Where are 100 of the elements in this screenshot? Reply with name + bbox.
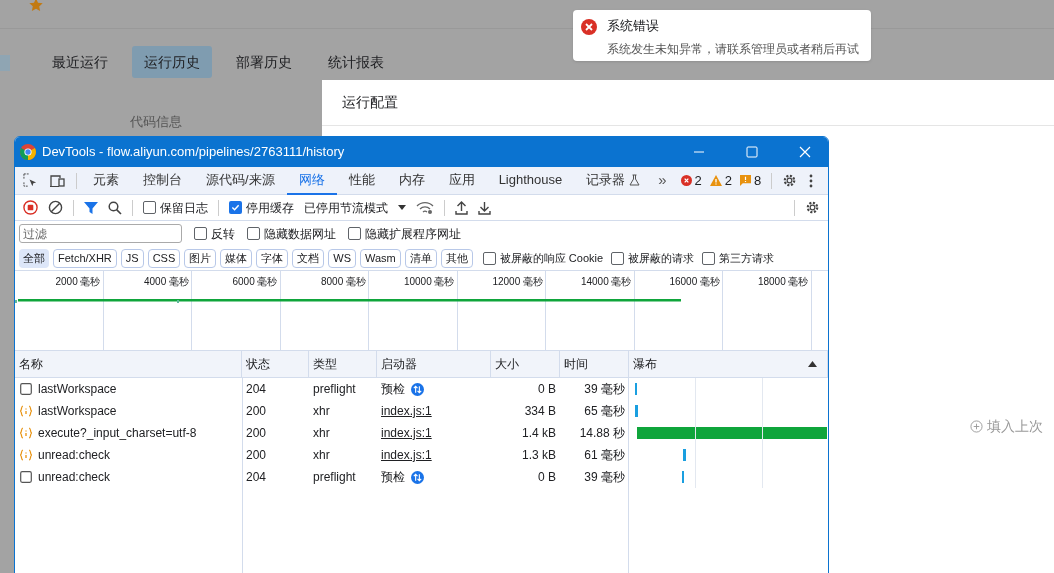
page-tab[interactable]: 最近运行: [40, 46, 120, 78]
devtools-tab[interactable]: 性能: [336, 166, 387, 195]
devtools-tab[interactable]: Lighthouse: [486, 166, 575, 195]
type-filter-chip[interactable]: Fetch/XHR: [53, 248, 117, 268]
type-filter-chip[interactable]: CSS: [147, 248, 181, 268]
devtools-tab[interactable]: 应用: [436, 166, 487, 195]
maximize-icon[interactable]: [746, 146, 758, 158]
checkbox-label: 被屏蔽的响应 Cookie: [499, 250, 604, 266]
time-cell: 39 毫秒: [584, 470, 625, 484]
waterfall-bar: [683, 449, 686, 461]
type-filter-chip[interactable]: 清单: [404, 248, 437, 268]
type-filter-chip[interactable]: WS: [328, 248, 356, 268]
checkbox[interactable]: [143, 201, 156, 214]
device-toolbar-icon[interactable]: [50, 173, 66, 188]
checkbox[interactable]: [229, 201, 242, 214]
close-icon[interactable]: [799, 146, 811, 158]
checkbox[interactable]: [702, 251, 716, 265]
timeline-tick-label: 10000 毫秒: [403, 275, 455, 287]
size-cell: 1.3 kB: [521, 448, 556, 462]
fetch-icon: [20, 427, 32, 439]
column-header[interactable]: 时间: [564, 355, 588, 373]
more-tabs-button[interactable]: »: [658, 169, 667, 192]
devtools-tab[interactable]: 网络: [286, 166, 337, 195]
toast-message: 系统发生未知异常，请联系管理员或者稍后再试: [607, 40, 859, 58]
download-icon[interactable]: [478, 200, 491, 215]
type-filter-chip[interactable]: 图片: [184, 248, 217, 268]
swap-circle-icon[interactable]: [411, 470, 424, 484]
checkbox-label: 隐藏数据网址: [264, 225, 336, 243]
issue-icon: [740, 175, 752, 186]
column-header[interactable]: 名称: [19, 355, 43, 373]
timeline-tick-label: 6000 毫秒: [232, 275, 278, 287]
caret-icon: [398, 205, 406, 210]
upload-icon[interactable]: [455, 200, 468, 215]
type-cell: preflight: [313, 382, 356, 396]
timeline-tick-label: 2000 毫秒: [55, 275, 101, 287]
page-tab[interactable]: 统计报表: [316, 46, 396, 78]
devtools-tab[interactable]: 源代码/来源: [194, 166, 287, 195]
inspect-icon[interactable]: [23, 173, 38, 188]
checkbox[interactable]: [194, 227, 207, 240]
checkbox-label: 反转: [211, 225, 235, 243]
network-conditions-icon[interactable]: [416, 200, 434, 215]
checkbox[interactable]: [348, 227, 361, 240]
request-name[interactable]: lastWorkspace: [38, 402, 117, 420]
initiator-link[interactable]: index.js:1: [381, 402, 432, 420]
request-name[interactable]: execute?_input_charset=utf-8: [38, 424, 197, 442]
issue-count-badge[interactable]: 2: [709, 170, 733, 191]
checkbox[interactable]: [611, 251, 625, 265]
timeline-tick-label: 4000 毫秒: [143, 275, 189, 287]
page-tab[interactable]: 运行历史: [132, 46, 212, 78]
initiator-link[interactable]: index.js:1: [381, 424, 432, 442]
status-cell: 200: [246, 426, 267, 440]
column-header[interactable]: 大小: [495, 355, 519, 373]
panel-title: 运行配置: [322, 80, 1054, 126]
clear-icon[interactable]: [48, 200, 63, 215]
status-cell: 204: [246, 470, 267, 484]
swap-circle-icon[interactable]: [411, 382, 424, 396]
type-filter-chip[interactable]: JS: [120, 248, 144, 268]
checkbox[interactable]: [247, 227, 260, 240]
column-header[interactable]: 状态: [246, 355, 270, 373]
sort-ascending-icon[interactable]: [808, 361, 817, 367]
devtools-tab[interactable]: 控制台: [131, 166, 194, 195]
filter-field[interactable]: 过滤: [19, 224, 182, 243]
settings-icon[interactable]: [782, 173, 798, 188]
column-header[interactable]: 启动器: [381, 355, 417, 373]
type-filter-chip[interactable]: 其他: [440, 248, 473, 268]
filter-icon[interactable]: [84, 200, 98, 215]
throttle-dropdown[interactable]: 已停用节流模式: [304, 198, 406, 217]
more-options-icon[interactable]: [809, 173, 814, 188]
column-header[interactable]: 类型: [313, 355, 337, 373]
devtools-tab[interactable]: 内存: [386, 166, 437, 195]
record-icon[interactable]: [23, 200, 38, 215]
type-filter-chip[interactable]: 文档: [292, 248, 325, 268]
search-icon[interactable]: [108, 200, 122, 215]
checkbox-label: 停用缓存: [246, 199, 294, 217]
request-name[interactable]: lastWorkspace: [38, 380, 117, 398]
star-icon: [28, 0, 44, 13]
devtools-tab[interactable]: 记录器: [574, 166, 653, 195]
add-circle-icon: [970, 420, 983, 433]
type-filter-chip[interactable]: 全部: [19, 248, 49, 268]
warning-icon: [709, 175, 722, 186]
checkbox[interactable]: [482, 251, 496, 265]
initiator-link[interactable]: index.js:1: [381, 446, 432, 464]
page-tab[interactable]: 部署历史: [224, 46, 304, 78]
devtools-tab[interactable]: 元素: [81, 166, 131, 195]
document-icon: [20, 471, 32, 483]
type-cell: preflight: [313, 470, 356, 484]
settings-icon[interactable]: [805, 200, 820, 215]
request-name[interactable]: unread:check: [38, 468, 111, 486]
timeline-tick-label: 12000 毫秒: [492, 275, 543, 287]
issue-count-badge[interactable]: 2: [680, 170, 702, 191]
type-filter-chip[interactable]: 字体: [256, 248, 289, 268]
initiator-cell-text: 预检: [381, 381, 405, 398]
request-name[interactable]: unread:check: [38, 446, 111, 464]
type-filter-chip[interactable]: 媒体: [220, 248, 253, 268]
status-cell: 200: [246, 404, 267, 418]
issue-count-badge[interactable]: 8: [740, 170, 762, 191]
type-filter-chip[interactable]: Wasm: [360, 248, 401, 268]
time-cell: 65 毫秒: [584, 404, 625, 418]
column-header[interactable]: 瀑布: [633, 355, 657, 373]
initiator-cell-text: 预检: [381, 469, 405, 486]
